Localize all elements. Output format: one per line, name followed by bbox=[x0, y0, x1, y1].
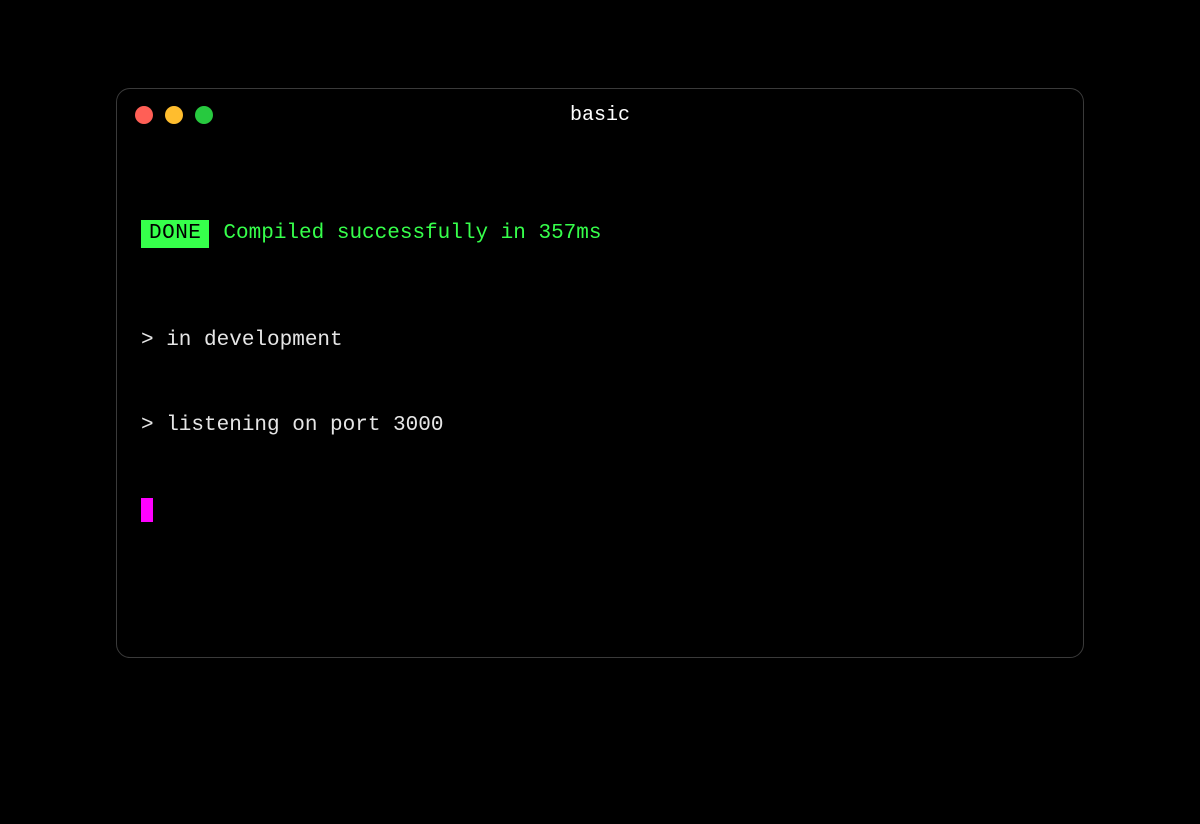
window-title: basic bbox=[117, 104, 1083, 127]
minimize-button[interactable] bbox=[165, 106, 183, 124]
zoom-button[interactable] bbox=[195, 106, 213, 124]
output-line: > in development bbox=[141, 327, 1059, 355]
compile-status-line: DONE Compiled successfully in 357ms bbox=[141, 220, 1059, 248]
status-message: Compiled successfully in 357ms bbox=[223, 220, 601, 248]
cursor-line bbox=[141, 497, 1059, 525]
output-line: > listening on port 3000 bbox=[141, 412, 1059, 440]
terminal-cursor bbox=[141, 498, 153, 522]
window-titlebar: basic bbox=[117, 89, 1083, 141]
terminal-window: basic DONE Compiled successfully in 357m… bbox=[116, 88, 1084, 658]
terminal-output[interactable]: DONE Compiled successfully in 357ms > in… bbox=[117, 141, 1083, 657]
close-button[interactable] bbox=[135, 106, 153, 124]
traffic-lights bbox=[135, 106, 213, 124]
status-badge: DONE bbox=[141, 220, 209, 248]
